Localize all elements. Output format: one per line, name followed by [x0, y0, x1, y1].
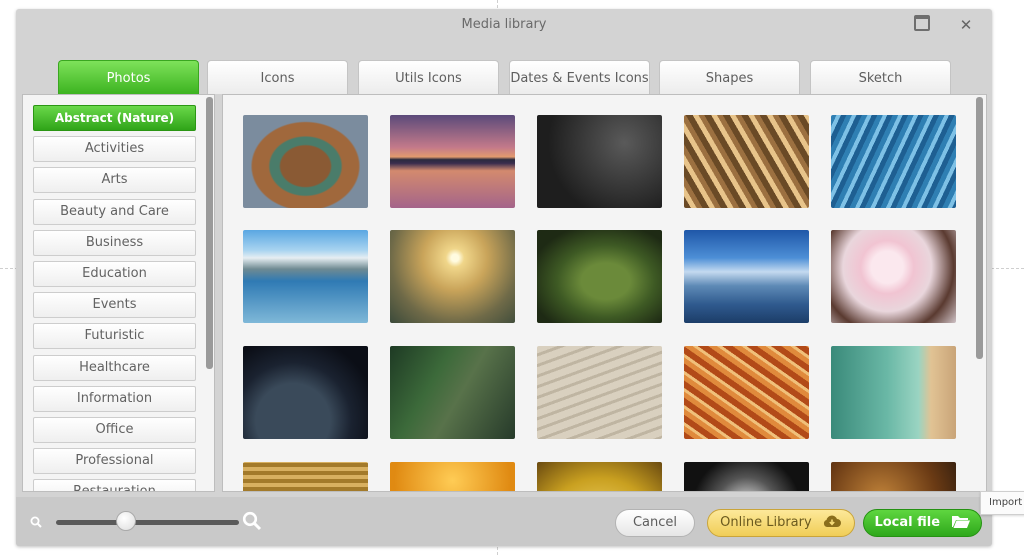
- folder-open-icon: [951, 515, 970, 528]
- dialog-footer: Cancel Online Library Local file: [16, 497, 992, 546]
- thumbnail-grid: [222, 94, 987, 492]
- thumbnail-turquoise-coast[interactable]: [831, 346, 956, 439]
- tab-dates-events-icons[interactable]: Dates & Events Icons: [509, 60, 650, 94]
- category-list: Abstract (Nature) Activities Arts Beauty…: [33, 105, 196, 491]
- local-file-label: Local file: [874, 515, 941, 530]
- thumbnail-mountain-lake[interactable]: [243, 230, 368, 323]
- thumbnail-amber-stones[interactable]: [831, 462, 956, 491]
- category-item-office[interactable]: Office: [33, 416, 196, 443]
- category-item-activities[interactable]: Activities: [33, 136, 196, 163]
- thumbnail-dew-drops-macro[interactable]: [684, 462, 809, 491]
- thumbnail-blue-mountain-ridges[interactable]: [684, 230, 809, 323]
- maximize-button[interactable]: [912, 15, 932, 35]
- category-item-beauty-and-care[interactable]: Beauty and Care: [33, 198, 196, 225]
- title-bar: Media library ✕: [16, 9, 992, 43]
- category-item-information[interactable]: Information: [33, 385, 196, 412]
- thumbnail-dark-rain-leaves[interactable]: [537, 115, 662, 208]
- online-library-button[interactable]: Online Library: [707, 509, 855, 537]
- close-button[interactable]: ✕: [956, 15, 976, 35]
- category-item-events[interactable]: Events: [33, 292, 196, 319]
- thumbnail-blue-ice-crystals[interactable]: [831, 115, 956, 208]
- tab-icons[interactable]: Icons: [207, 60, 348, 94]
- category-item-arts[interactable]: Arts: [33, 167, 196, 194]
- thumbnail-green-canyon-cliff[interactable]: [390, 346, 515, 439]
- thumbnail-misty-sunrise-field[interactable]: [390, 230, 515, 323]
- maximize-icon: [914, 15, 930, 31]
- thumbnail-yellow-sunset[interactable]: [537, 462, 662, 491]
- thumbnail-horseshoe-bend[interactable]: [243, 115, 368, 208]
- zoom-in-icon[interactable]: [242, 511, 262, 531]
- category-item-futuristic[interactable]: Futuristic: [33, 323, 196, 350]
- thumbnail-lake-sunset-reflection[interactable]: [390, 115, 515, 208]
- thumbnail-cherry-blossoms[interactable]: [831, 230, 956, 323]
- thumbnail-leaf-water-drops[interactable]: [537, 230, 662, 323]
- thumbnail-golden-bokeh-streaks[interactable]: [684, 115, 809, 208]
- zoom-slider-track[interactable]: [56, 520, 239, 525]
- tab-photos[interactable]: Photos: [58, 60, 199, 94]
- import-tooltip: Import: [980, 491, 1024, 515]
- thumbnail-sand-dune-ripples[interactable]: [537, 346, 662, 439]
- category-item-abstract-nature[interactable]: Abstract (Nature): [33, 105, 196, 131]
- close-icon: ✕: [959, 16, 973, 34]
- thumbnail-scrollbar[interactable]: [976, 97, 983, 359]
- media-library-dialog: Media library ✕ Photos Icons Utils Icons…: [16, 9, 992, 546]
- thumbnail-sandstone-waves[interactable]: [684, 346, 809, 439]
- local-file-button[interactable]: Local file: [863, 509, 982, 537]
- thumbnail-wheat-field[interactable]: [243, 462, 368, 491]
- cloud-download-icon: [823, 515, 841, 527]
- category-item-healthcare[interactable]: Healthcare: [33, 354, 196, 381]
- tab-shapes[interactable]: Shapes: [659, 60, 800, 94]
- category-item-business[interactable]: Business: [33, 229, 196, 256]
- category-scrollbar[interactable]: [206, 97, 213, 369]
- cancel-button[interactable]: Cancel: [615, 509, 695, 537]
- zoom-out-icon[interactable]: [30, 516, 42, 528]
- category-panel: Abstract (Nature) Activities Arts Beauty…: [22, 94, 215, 492]
- category-item-professional[interactable]: Professional: [33, 448, 196, 475]
- category-item-restauration[interactable]: Restauration: [33, 479, 196, 491]
- thumbnail-orange-glow[interactable]: [390, 462, 515, 491]
- tab-utils-icons[interactable]: Utils Icons: [358, 60, 499, 94]
- zoom-slider-handle[interactable]: [115, 511, 136, 531]
- thumbnail-earth-night-lights[interactable]: [243, 346, 368, 439]
- online-library-label: Online Library: [720, 515, 812, 530]
- cancel-button-label: Cancel: [632, 515, 678, 530]
- tab-sketch[interactable]: Sketch: [810, 60, 951, 94]
- dialog-title: Media library: [461, 17, 547, 32]
- category-item-education[interactable]: Education: [33, 260, 196, 287]
